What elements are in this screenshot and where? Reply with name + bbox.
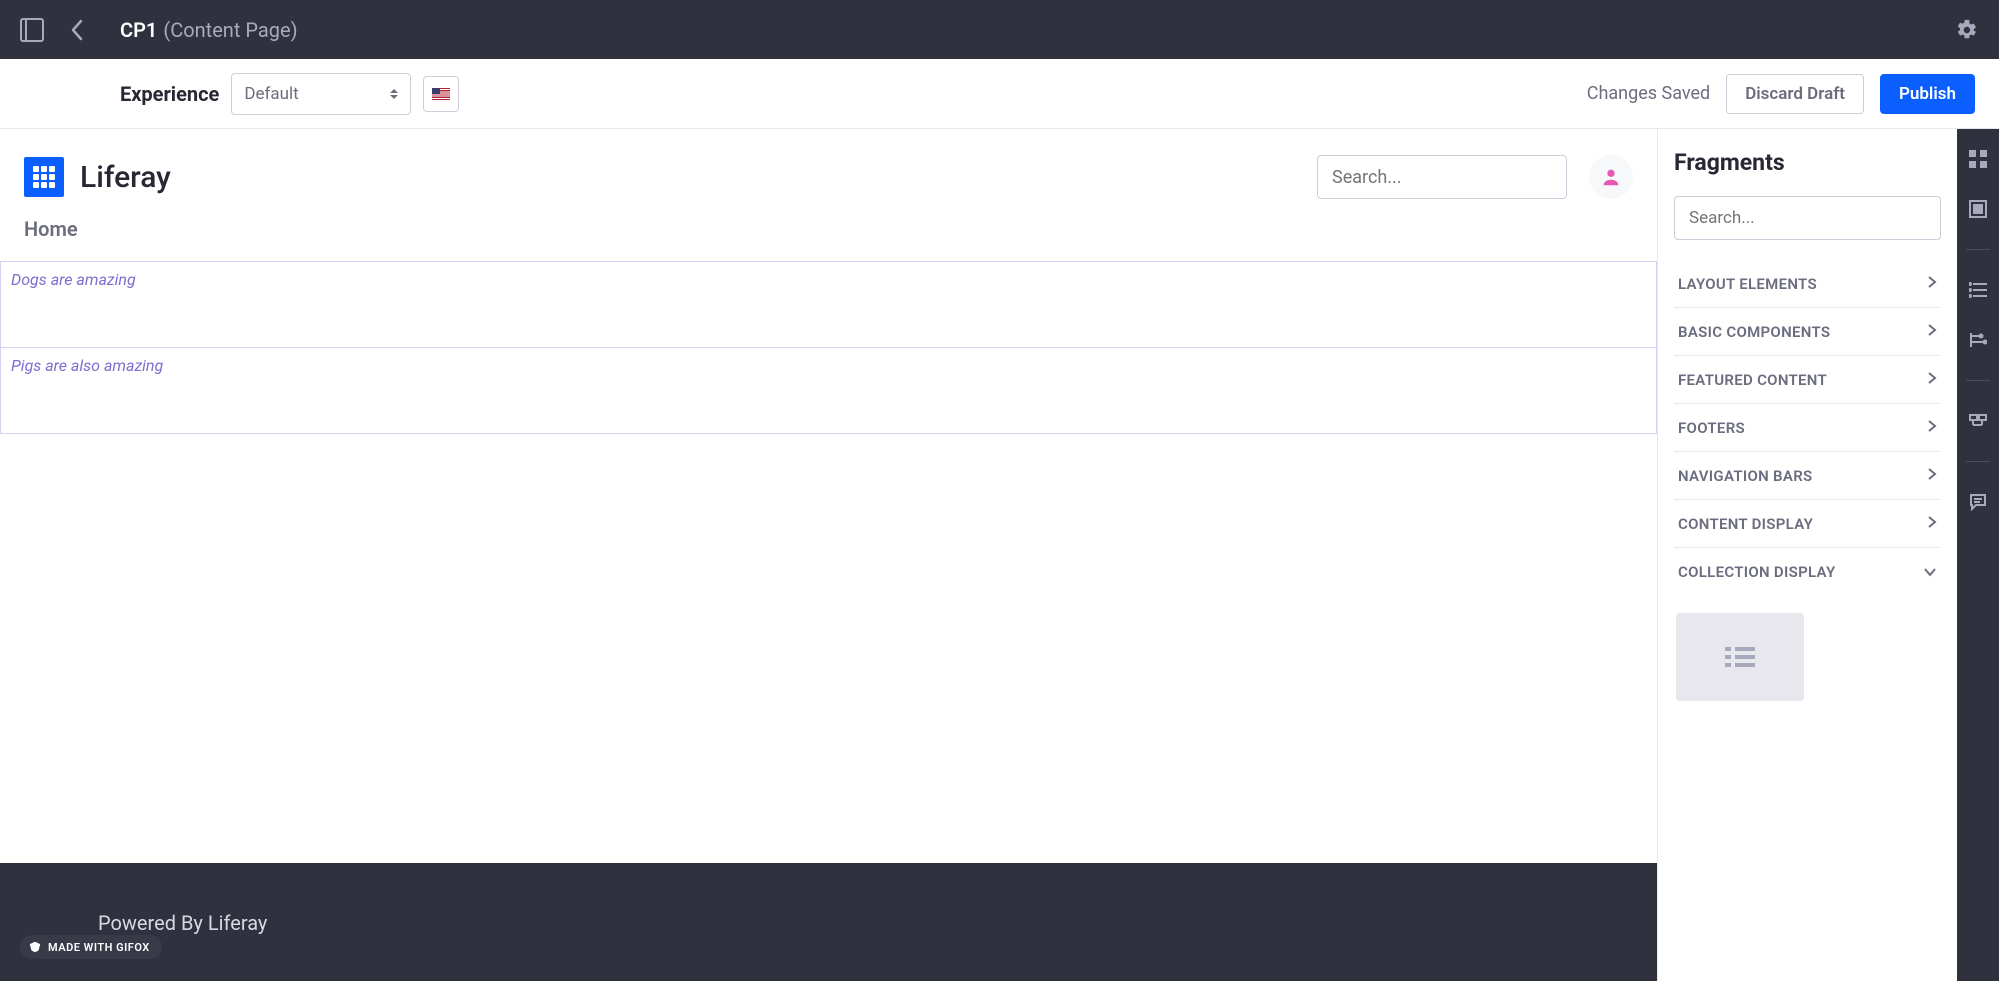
- block-text: Pigs are also amazing: [11, 356, 163, 375]
- fragments-title: Fragments: [1674, 149, 1941, 176]
- nav-home[interactable]: Home: [24, 217, 78, 241]
- chevron-right-icon: [1927, 514, 1937, 533]
- block-text: Dogs are amazing: [11, 270, 136, 289]
- page-title: CP1 (Content Page): [120, 18, 298, 42]
- user-avatar[interactable]: [1589, 155, 1633, 199]
- page-canvas: Liferay Home Dogs are amazing Pigs are a…: [0, 129, 1657, 981]
- fragment-category[interactable]: COLLECTION DISPLAY: [1674, 548, 1941, 595]
- site-name: Liferay: [80, 160, 171, 195]
- fragment-category[interactable]: FOOTERS: [1674, 404, 1941, 452]
- fragment-category[interactable]: FEATURED CONTENT: [1674, 356, 1941, 404]
- experience-selected: Default: [244, 84, 298, 104]
- gifox-badge: MADE WITH GIFOX: [20, 935, 162, 959]
- locale-button[interactable]: [423, 76, 459, 112]
- tool-widgets-icon[interactable]: [1966, 197, 1990, 221]
- fragment-category[interactable]: LAYOUT ELEMENTS: [1674, 260, 1941, 308]
- chevron-right-icon: [1927, 418, 1937, 437]
- gifox-label: MADE WITH GIFOX: [48, 941, 150, 954]
- user-icon: [1600, 166, 1622, 188]
- chevron-right-icon: [1927, 322, 1937, 341]
- site-footer: Powered By Liferay: [0, 863, 1657, 981]
- fragment-category[interactable]: NAVIGATION BARS: [1674, 452, 1941, 500]
- experience-select[interactable]: Default: [231, 73, 411, 115]
- list-icon: [1723, 644, 1757, 670]
- flag-us-icon: [432, 88, 450, 100]
- footer-text: Powered By Liferay: [98, 911, 267, 935]
- tool-contents-icon[interactable]: [1966, 278, 1990, 302]
- tool-fragments-icon[interactable]: [1966, 147, 1990, 171]
- site-header: Liferay: [0, 129, 1657, 209]
- discard-draft-button[interactable]: Discard Draft: [1726, 74, 1864, 114]
- nav-row: Home: [0, 209, 1657, 261]
- experience-bar: Experience Default Changes Saved Discard…: [0, 59, 1999, 129]
- right-toolbar: [1957, 129, 1999, 981]
- experience-label: Experience: [120, 82, 219, 106]
- chevron-down-icon: [1923, 562, 1937, 581]
- page-title-name: CP1: [120, 18, 157, 42]
- fragment-category[interactable]: CONTENT DISPLAY: [1674, 500, 1941, 548]
- tool-comments-icon[interactable]: [1966, 490, 1990, 514]
- select-caret-icon: [390, 89, 398, 99]
- site-search[interactable]: [1317, 155, 1567, 199]
- app-header: CP1 (Content Page): [0, 0, 1999, 59]
- gear-icon[interactable]: [1955, 18, 1979, 42]
- chevron-right-icon: [1927, 370, 1937, 389]
- page-title-type: (Content Page): [163, 18, 297, 42]
- chevron-right-icon: [1927, 274, 1937, 293]
- fragment-category[interactable]: BASIC COMPONENTS: [1674, 308, 1941, 356]
- fox-icon: [28, 940, 42, 954]
- fragment-item-collection-display[interactable]: [1676, 613, 1804, 701]
- saved-status: Changes Saved: [1587, 83, 1710, 104]
- site-logo[interactable]: [24, 157, 64, 197]
- content-block[interactable]: Dogs are amazing: [0, 262, 1657, 348]
- fragments-search-input[interactable]: [1674, 196, 1941, 240]
- tool-page-design-icon[interactable]: [1966, 409, 1990, 433]
- fragments-panel: Fragments LAYOUT ELEMENTS BASIC COMPONEN…: [1657, 129, 1957, 981]
- back-button[interactable]: [62, 15, 92, 45]
- search-input[interactable]: [1332, 167, 1560, 188]
- panel-toggle-icon[interactable]: [20, 18, 44, 42]
- publish-button[interactable]: Publish: [1880, 74, 1975, 114]
- chevron-right-icon: [1927, 466, 1937, 485]
- tool-page-structure-icon[interactable]: [1966, 328, 1990, 352]
- content-block[interactable]: Pigs are also amazing: [0, 348, 1657, 434]
